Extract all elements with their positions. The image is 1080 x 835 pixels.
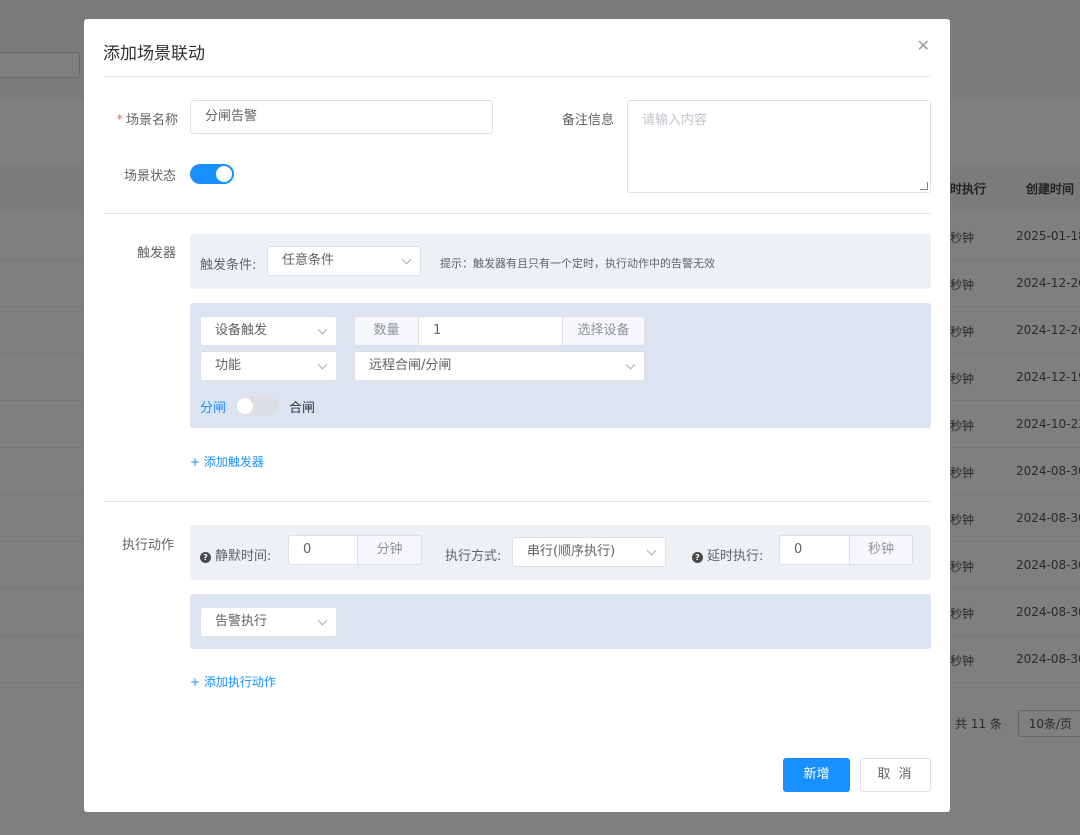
trigger-condition-label: 触发条件: [200,258,257,273]
help-icon[interactable]: ? [692,552,703,563]
scene-name-label: * 场景名称 [116,113,178,128]
action-settings-panel: ? 静默时间: 0 分钟 执行方式: 串行(顺序执行) ? 延时执行: 0 秒钟 [190,525,931,580]
action-item-panel: 告警执行 [190,594,931,649]
on-off-switch[interactable] [235,396,279,416]
off-label: 分闸 [200,401,227,416]
silence-unit: 分钟 [357,535,422,565]
delay-input[interactable]: 0 [779,535,850,565]
section-divider [103,501,931,502]
add-scene-dialog: 添加场景联动 ✕ * 场景名称 分闸告警 备注信息 请输入内容 场景状态 触发器 … [84,19,950,812]
add-trigger-link[interactable]: + 添加触发器 [190,453,264,470]
switch-knob [216,166,232,182]
action-type-select[interactable]: 告警执行 [200,607,337,637]
trigger-condition-panel: 触发条件: 任意条件 提示：触发器有且只有一个定时，执行动作中的告警无效 [190,234,931,289]
chevron-down-icon [625,359,636,370]
trigger-condition-select[interactable]: 任意条件 [267,246,421,276]
silence-label: ? 静默时间: [200,545,271,564]
section-divider [103,213,931,214]
mode-label: 执行方式: [445,549,502,564]
trigger-type-select[interactable]: 设备触发 [200,316,337,346]
action-section-label: 执行动作 [122,538,175,553]
scene-status-switch[interactable] [190,164,234,184]
add-action-link[interactable]: + 添加执行动作 [190,673,276,690]
submit-button[interactable]: 新增 [783,758,850,792]
title-divider [103,76,931,77]
chevron-down-icon [646,545,657,556]
trigger-item-panel: 设备触发 数量 1 选择设备 功能 远程合闸/分闸 分闸 合闸 [190,303,931,428]
cancel-button[interactable]: 取 消 [860,758,931,792]
execution-mode-select[interactable]: 串行(顺序执行) [512,537,666,567]
trigger-hint: 提示：触发器有且只有一个定时，执行动作中的告警无效 [440,257,715,270]
delay-unit: 秒钟 [849,535,913,565]
chevron-down-icon [317,615,328,626]
function-select[interactable]: 远程合闸/分闸 [354,351,645,381]
silence-input[interactable]: 0 [288,535,358,565]
close-icon[interactable]: ✕ [917,36,930,55]
help-icon[interactable]: ? [200,552,211,563]
dialog-title: 添加场景联动 [103,44,205,64]
select-device-button[interactable]: 选择设备 [562,316,645,346]
required-mark: * [116,113,123,128]
count-addon: 数量 [354,316,419,346]
chevron-down-icon [317,324,328,335]
count-input[interactable]: 1 [418,316,563,346]
chevron-down-icon [317,359,328,370]
remark-label: 备注信息 [562,113,615,128]
resize-handle-icon[interactable] [920,182,928,190]
chevron-down-icon [401,254,412,265]
remark-placeholder: 请输入内容 [642,113,708,128]
function-type-select[interactable]: 功能 [200,351,337,381]
remark-textarea[interactable]: 请输入内容 [627,100,931,193]
scene-name-input[interactable]: 分闸告警 [190,100,493,134]
trigger-section-label: 触发器 [137,246,177,261]
delay-label: ? 延时执行: [692,545,763,564]
scene-status-label: 场景状态 [124,169,177,184]
switch-knob [237,398,253,414]
on-label: 合闸 [289,401,316,416]
